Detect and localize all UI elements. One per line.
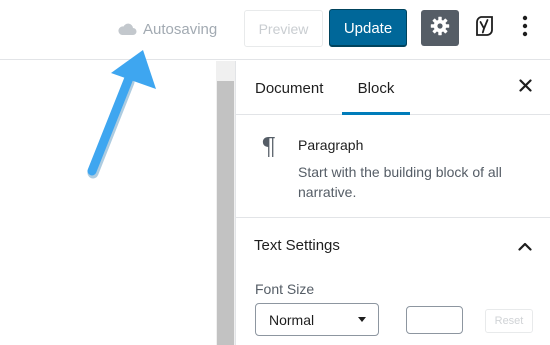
update-button[interactable]: Update — [329, 9, 407, 47]
yoast-icon — [472, 14, 496, 43]
preview-button[interactable]: Preview — [244, 10, 323, 47]
scrollbar-thumb[interactable] — [217, 81, 234, 345]
reset-button[interactable]: Reset — [485, 309, 533, 333]
more-vertical-icon — [522, 15, 528, 42]
block-description: Start with the building block of all nar… — [298, 164, 502, 200]
close-sidebar-button[interactable] — [515, 78, 535, 98]
text-settings-title: Text Settings — [254, 237, 340, 254]
settings-sidebar: Document Block ¶ Paragraph Start with th… — [235, 61, 550, 345]
tab-block[interactable]: Block — [342, 61, 410, 115]
custom-font-size-input[interactable] — [406, 306, 463, 334]
editor-scrollbar[interactable] — [216, 61, 235, 345]
font-size-label: Font Size — [255, 281, 315, 297]
autosave-status: Autosaving — [117, 18, 217, 40]
block-card: ¶ Paragraph Start with the building bloc… — [236, 115, 550, 218]
text-settings-panel-toggle[interactable]: Text Settings — [236, 218, 550, 274]
more-options-button[interactable] — [514, 13, 536, 43]
editor-canvas[interactable] — [0, 61, 216, 345]
autosave-label: Autosaving — [143, 20, 218, 38]
paragraph-icon: ¶ — [261, 133, 277, 161]
block-title: Paragraph — [298, 137, 364, 153]
gear-icon — [430, 16, 450, 41]
font-size-value: Normal — [269, 311, 315, 328]
cloud-icon — [117, 22, 137, 36]
tab-document[interactable]: Document — [255, 61, 323, 115]
chevron-up-icon — [516, 237, 534, 255]
font-size-select[interactable]: Normal — [255, 303, 379, 336]
settings-button[interactable] — [421, 10, 459, 46]
editor-toolbar: Autosaving Preview Update — [0, 0, 550, 60]
close-icon — [518, 79, 532, 97]
yoast-button[interactable] — [469, 13, 499, 43]
sidebar-tabs: Document Block — [236, 61, 550, 115]
caret-down-icon — [358, 317, 366, 322]
